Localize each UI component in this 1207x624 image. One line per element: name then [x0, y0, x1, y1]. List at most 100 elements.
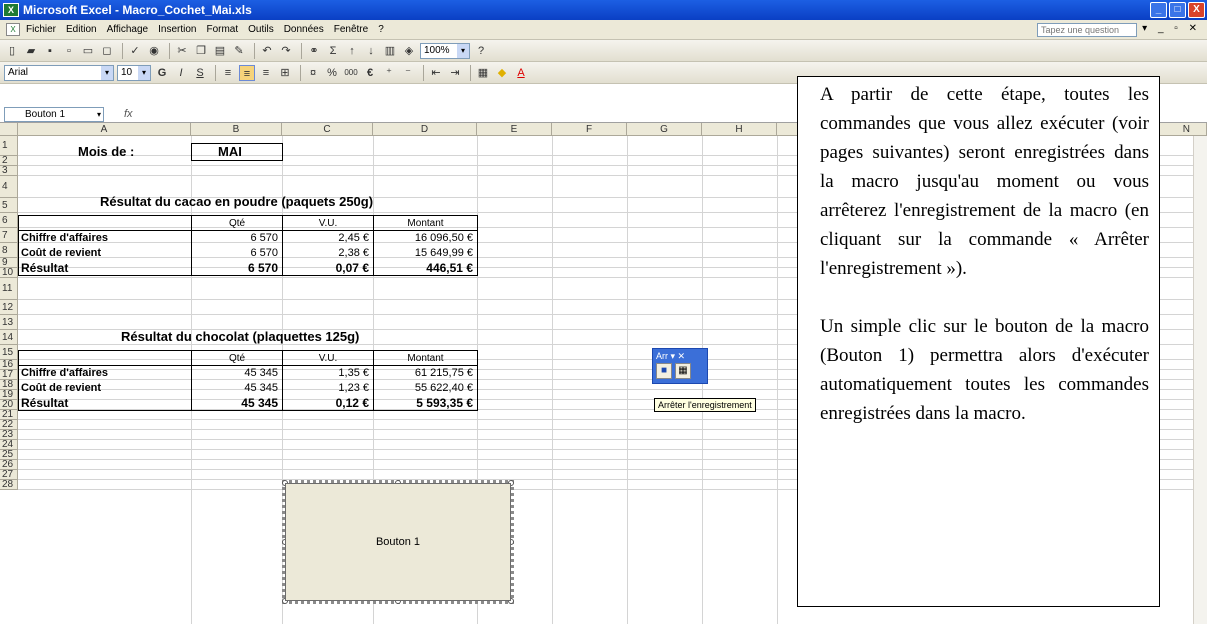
table-header-cell[interactable]: V.U.: [282, 215, 374, 231]
chart-wizard-icon[interactable]: ▥: [382, 43, 398, 59]
col-header-f[interactable]: F: [552, 123, 627, 136]
table-cell[interactable]: 5 593,35 €: [373, 395, 478, 411]
table-cell[interactable]: 15 649,99 €: [373, 245, 478, 261]
maximize-button[interactable]: □: [1169, 2, 1186, 18]
row-header[interactable]: 13: [0, 315, 18, 330]
select-all-corner[interactable]: [0, 123, 18, 136]
menu-format[interactable]: Format: [206, 24, 238, 35]
col-header-g[interactable]: G: [627, 123, 702, 136]
print-icon[interactable]: ▭: [80, 43, 96, 59]
drawing-icon[interactable]: ◈: [401, 43, 417, 59]
workbook-icon[interactable]: X: [6, 23, 20, 36]
row-header[interactable]: 6: [0, 213, 18, 228]
row-header[interactable]: 28: [0, 480, 18, 490]
close-button[interactable]: X: [1188, 2, 1205, 18]
increase-indent-icon[interactable]: ⇥: [447, 65, 463, 81]
print-preview-icon[interactable]: ◻: [99, 43, 115, 59]
row-header[interactable]: 11: [0, 278, 18, 300]
menu-outils[interactable]: Outils: [248, 24, 274, 35]
row-header[interactable]: 1: [0, 136, 18, 156]
decrease-decimal-icon[interactable]: ⁻: [400, 65, 416, 81]
italic-button[interactable]: I: [173, 65, 189, 81]
euro-button[interactable]: €: [362, 65, 378, 81]
save-icon[interactable]: ▪: [42, 43, 58, 59]
sort-ascending-icon[interactable]: ↑: [344, 43, 360, 59]
table-cell[interactable]: 45 345: [191, 380, 283, 396]
stop-recording-icon[interactable]: ■: [656, 363, 672, 379]
table-cell[interactable]: 0,12 €: [282, 395, 374, 411]
table-cell[interactable]: Coût de revient: [18, 245, 192, 261]
table-cell[interactable]: 55 622,40 €: [373, 380, 478, 396]
merge-center-icon[interactable]: ⊞: [277, 65, 293, 81]
row-header[interactable]: 4: [0, 176, 18, 198]
menu-fichier[interactable]: Fichier: [26, 24, 56, 35]
decrease-indent-icon[interactable]: ⇤: [428, 65, 444, 81]
row-header[interactable]: 14: [0, 330, 18, 345]
table-cell[interactable]: 61 215,75 €: [373, 365, 478, 381]
table-header-cell[interactable]: Qté: [191, 215, 283, 231]
table-header-cell[interactable]: V.U.: [282, 350, 374, 366]
table1-title[interactable]: Résultat du cacao en poudre (paquets 250…: [100, 195, 373, 209]
font-size-select[interactable]: 10 ▾: [117, 64, 151, 81]
percent-button[interactable]: %: [324, 65, 340, 81]
table-cell[interactable]: 1,23 €: [282, 380, 374, 396]
stop-recording-toolbar-title[interactable]: Arr ▾ ✕: [653, 349, 707, 363]
align-center-icon[interactable]: ≡: [239, 64, 255, 81]
bold-button[interactable]: G: [154, 65, 170, 81]
hyperlink-icon[interactable]: ⚭: [306, 43, 322, 59]
table-cell[interactable]: 16 096,50 €: [373, 230, 478, 246]
permission-icon[interactable]: ▫: [61, 43, 77, 59]
menu-donnees[interactable]: Données: [284, 24, 324, 35]
sort-descending-icon[interactable]: ↓: [363, 43, 379, 59]
table-cell[interactable]: 2,38 €: [282, 245, 374, 261]
open-icon[interactable]: ▰: [23, 43, 39, 59]
table-cell[interactable]: 2,45 €: [282, 230, 374, 246]
underline-button[interactable]: S: [192, 65, 208, 81]
mois-label[interactable]: Mois de :: [78, 145, 134, 159]
stop-recording-toolbar[interactable]: Arr ▾ ✕ ■ ▦: [652, 348, 708, 384]
align-right-icon[interactable]: ≡: [258, 65, 274, 81]
minimize-button[interactable]: _: [1150, 2, 1167, 18]
col-header-d[interactable]: D: [373, 123, 477, 136]
menu-help[interactable]: ?: [378, 24, 384, 35]
thousands-button[interactable]: 000: [343, 65, 359, 81]
menu-affichage[interactable]: Affichage: [107, 24, 149, 35]
table-cell[interactable]: 0,07 €: [282, 260, 374, 276]
font-color-icon[interactable]: A: [513, 65, 529, 81]
macro-button-1[interactable]: Bouton 1: [285, 483, 511, 601]
menu-edition[interactable]: Edition: [66, 24, 97, 35]
spelling-icon[interactable]: ✓: [127, 43, 143, 59]
row-header[interactable]: 15: [0, 345, 18, 360]
increase-decimal-icon[interactable]: ⁺: [381, 65, 397, 81]
cut-icon[interactable]: ✂: [174, 43, 190, 59]
borders-icon[interactable]: ▦: [475, 65, 491, 81]
table-cell[interactable]: 45 345: [191, 365, 283, 381]
autosum-icon[interactable]: Σ: [325, 43, 341, 59]
font-select[interactable]: Arial ▾: [4, 64, 114, 81]
table-cell[interactable]: 6 570: [191, 245, 283, 261]
col-header-h[interactable]: H: [702, 123, 777, 136]
table-cell[interactable]: Coût de revient: [18, 380, 192, 396]
table-header-cell[interactable]: Montant: [373, 215, 478, 231]
workbook-window-controls[interactable]: ▾ _ ▫ ✕: [1142, 23, 1201, 34]
research-icon[interactable]: ◉: [146, 43, 162, 59]
table-cell[interactable]: Chiffre d'affaires: [18, 365, 192, 381]
table-header-cell[interactable]: Qté: [191, 350, 283, 366]
currency-icon[interactable]: ¤: [305, 65, 321, 81]
name-box[interactable]: Bouton 1 ▾: [4, 106, 104, 122]
menu-fenetre[interactable]: Fenêtre: [334, 24, 368, 35]
row-header[interactable]: 12: [0, 300, 18, 315]
row-header[interactable]: 10: [0, 268, 18, 278]
row-header[interactable]: 8: [0, 243, 18, 258]
col-header-b[interactable]: B: [191, 123, 282, 136]
table-cell[interactable]: 446,51 €: [373, 260, 478, 276]
row-header[interactable]: 3: [0, 166, 18, 176]
table-cell[interactable]: 6 570: [191, 230, 283, 246]
table-cell[interactable]: 1,35 €: [282, 365, 374, 381]
table-cell[interactable]: Résultat: [18, 395, 192, 411]
table-cell[interactable]: 45 345: [191, 395, 283, 411]
paste-icon[interactable]: ▤: [212, 43, 228, 59]
col-header-a[interactable]: A: [18, 123, 191, 136]
mois-value[interactable]: MAI: [218, 145, 242, 159]
help-icon[interactable]: ?: [473, 43, 489, 59]
